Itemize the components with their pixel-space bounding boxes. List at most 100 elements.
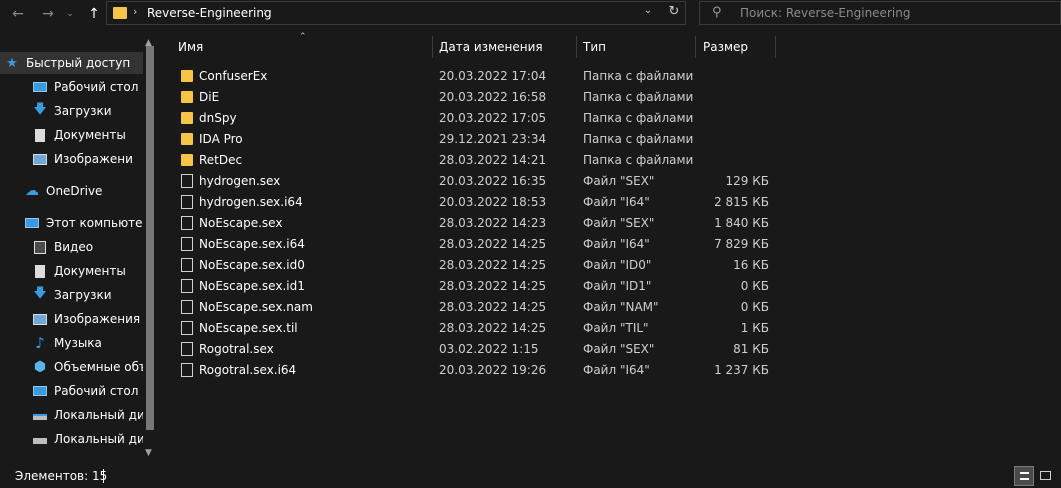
status-bar: Элементов: 15 (0, 464, 1061, 488)
file-row[interactable]: NoEscape.sex.id0 28.03.2022 14:25 Файл "ID… (162, 255, 782, 276)
file-type: Файл "TIL" (583, 321, 649, 335)
file-date: 28.03.2022 14:25 (439, 258, 547, 272)
file-name: DiE (199, 90, 220, 104)
file-row[interactable]: NoEscape.sex.id1 28.03.2022 14:25 Файл "ID… (162, 276, 782, 297)
column-divider[interactable] (775, 36, 776, 58)
large-icons-view-button[interactable] (1036, 466, 1056, 486)
file-icon (181, 300, 193, 314)
file-row[interactable]: ConfuserEx 20.03.2022 17:04 Папка с файлам… (162, 66, 782, 87)
star-icon: ★ (6, 55, 18, 71)
file-row[interactable]: RetDec 28.03.2022 14:21 Папка с файлами (162, 150, 782, 171)
scrollbar-thumb[interactable] (146, 46, 154, 430)
sidebar-item-local-disk-1[interactable]: Локальный дис (0, 404, 156, 426)
drive-icon (32, 432, 48, 446)
sidebar-item-3d-objects[interactable]: ⬢ Объемные объ (0, 356, 156, 378)
file-name: RetDec (199, 153, 243, 167)
column-header-name[interactable]: Имя (178, 36, 430, 58)
column-divider[interactable] (432, 36, 433, 58)
file-type: Файл "I64" (583, 195, 650, 209)
address-bar[interactable]: › Reverse-Engineering › ⌄ ↻ (106, 1, 686, 25)
sidebar-item-local-disk-2[interactable]: Локальный дис (0, 428, 156, 450)
file-size: 0 КБ (740, 279, 769, 293)
sidebar-scrollbar[interactable]: ▲ ▼ (143, 38, 156, 464)
file-row[interactable]: NoEscape.sex.i64 28.03.2022 14:25 Файл "I6… (162, 234, 782, 255)
column-header-type[interactable]: Тип (583, 36, 693, 58)
up-button[interactable]: ↑ (84, 4, 104, 24)
cloud-icon: ☁ (25, 183, 39, 199)
sidebar-item-pictures[interactable]: Изображения (0, 308, 156, 330)
file-icon (181, 258, 193, 272)
sidebar-item-desktop[interactable]: Рабочий стол (0, 380, 156, 402)
details-view-button[interactable] (1014, 466, 1034, 486)
file-type: Файл "SEX" (583, 174, 655, 188)
address-dropdown-icon[interactable]: ⌄ (639, 5, 657, 21)
sidebar-item-this-pc[interactable]: Этот компьютер (0, 212, 156, 234)
arrow-right-icon: → (42, 6, 54, 22)
file-size: 81 КБ (733, 342, 769, 356)
file-type: Файл "I64" (583, 363, 650, 377)
sidebar-item-pictures-pinned[interactable]: Изображени 📌 (0, 148, 156, 170)
drive-icon (32, 408, 48, 422)
sidebar-item-documents-pinned[interactable]: Документы 📌 (0, 124, 156, 146)
scroll-down-icon[interactable]: ▼ (145, 448, 152, 458)
details-view-icon (1020, 472, 1029, 480)
file-size: 1 237 КБ (714, 363, 769, 377)
file-row[interactable]: hydrogen.sex.i64 20.03.2022 18:53 Файл "I6… (162, 192, 782, 213)
sidebar-item-desktop-pinned[interactable]: Рабочий стол 📌 (0, 76, 156, 98)
navigation-pane: ★ Быстрый доступ Рабочий стол 📌 🡇 Загруз… (0, 36, 156, 464)
file-date: 20.03.2022 17:05 (439, 111, 547, 125)
breadcrumb-current[interactable]: Reverse-Engineering (147, 6, 272, 20)
file-name: NoEscape.sex.nam (199, 300, 313, 314)
file-name: NoEscape.sex.i64 (199, 237, 305, 251)
desktop-icon (32, 384, 48, 398)
file-name: NoEscape.sex.id1 (199, 279, 305, 293)
column-header-size[interactable]: Размер (703, 36, 773, 58)
arrow-up-icon: ↑ (88, 6, 100, 22)
forward-button[interactable]: → (38, 4, 58, 24)
file-date: 28.03.2022 14:21 (439, 153, 547, 167)
sidebar-item-video[interactable]: Видео (0, 236, 156, 258)
column-divider[interactable] (576, 36, 577, 58)
file-type: Файл "ID1" (583, 279, 652, 293)
chevron-right-icon[interactable]: › (263, 5, 267, 18)
computer-icon (24, 216, 40, 230)
recent-locations-button[interactable]: ⌄ (62, 4, 78, 24)
file-icon (181, 321, 193, 335)
file-date: 20.03.2022 16:58 (439, 90, 547, 104)
folder-icon (181, 112, 193, 124)
3d-objects-icon: ⬢ (33, 359, 47, 375)
search-box[interactable]: ⚲ Поиск: Reverse-Engineering (699, 1, 1061, 25)
document-icon (32, 128, 48, 142)
download-icon: 🡇 (33, 286, 47, 301)
folder-icon (181, 133, 193, 145)
file-size: 16 КБ (733, 258, 769, 272)
column-header-date[interactable]: Дата изменения (439, 36, 575, 58)
file-row[interactable]: Rogotral.sex 03.02.2022 1:15 Файл "SEX" 81 … (162, 339, 782, 360)
file-icon (181, 195, 193, 209)
download-icon: 🡇 (33, 102, 47, 117)
file-row[interactable]: Rogotral.sex.i64 20.03.2022 19:26 Файл "I6… (162, 360, 782, 381)
file-date: 28.03.2022 14:25 (439, 237, 547, 251)
file-icon (181, 279, 193, 293)
sidebar-item-onedrive[interactable]: ☁ OneDrive (0, 180, 156, 202)
file-date: 28.03.2022 14:23 (439, 216, 547, 230)
file-row[interactable]: IDA Pro 29.12.2021 23:34 Папка с файлами (162, 129, 782, 150)
sidebar-item-downloads-pinned[interactable]: 🡇 Загрузки 📌 (0, 100, 156, 122)
back-button[interactable]: ← (8, 4, 28, 24)
file-row[interactable]: DiE 20.03.2022 16:58 Папка с файлами (162, 87, 782, 108)
file-row[interactable]: hydrogen.sex 20.03.2022 16:35 Файл "SEX" 12… (162, 171, 782, 192)
file-row[interactable]: NoEscape.sex.nam 28.03.2022 14:25 Файл "NA… (162, 297, 782, 318)
file-name: NoEscape.sex (199, 216, 283, 230)
refresh-icon[interactable]: ↻ (665, 4, 683, 22)
file-row[interactable]: dnSpy 20.03.2022 17:05 Папка с файлами (162, 108, 782, 129)
file-date: 20.03.2022 17:04 (439, 69, 547, 83)
file-size: 1 840 КБ (714, 216, 769, 230)
file-row[interactable]: NoEscape.sex.til 28.03.2022 14:25 Файл "TI… (162, 318, 782, 339)
sidebar-item-downloads[interactable]: 🡇 Загрузки (0, 284, 156, 306)
sidebar-item-documents[interactable]: Документы (0, 260, 156, 282)
sidebar-item-quick-access[interactable]: ★ Быстрый доступ (0, 52, 147, 74)
file-row[interactable]: NoEscape.sex 28.03.2022 14:23 Файл "SEX" 1 … (162, 213, 782, 234)
column-divider[interactable] (695, 36, 696, 58)
sidebar-item-music[interactable]: ♪ Музыка (0, 332, 156, 354)
item-count: Элементов: 15 (15, 469, 108, 483)
